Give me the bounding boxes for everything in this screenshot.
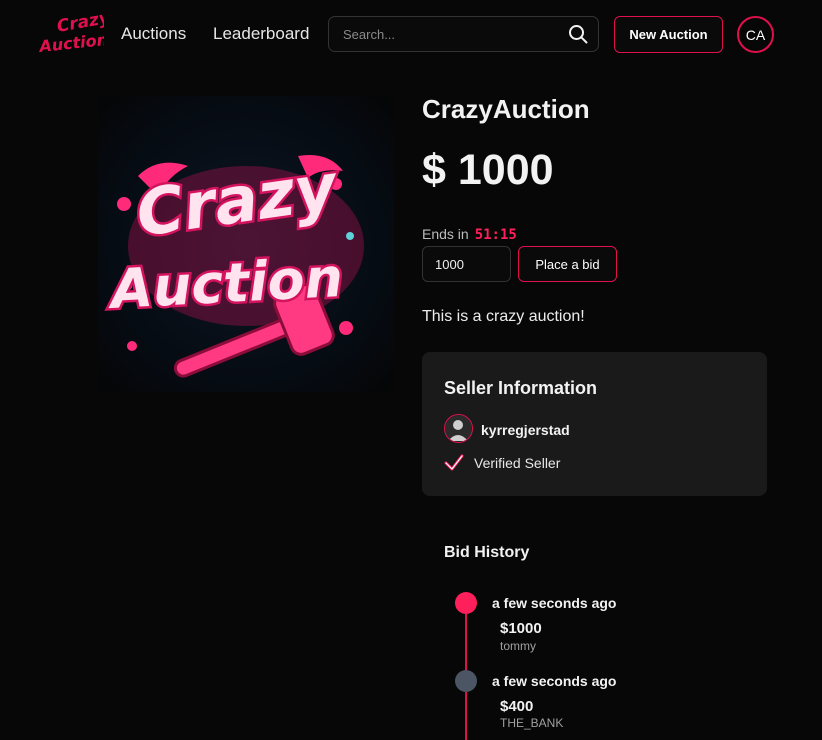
search-bar bbox=[328, 16, 599, 52]
timeline-dot-active bbox=[455, 592, 477, 614]
bid-time: a few seconds ago bbox=[492, 595, 617, 611]
auction-description: This is a crazy auction! bbox=[422, 308, 585, 325]
bid-username: tommy bbox=[500, 639, 536, 653]
ends-in: Ends in 51:15 bbox=[422, 226, 517, 243]
nav-leaderboard[interactable]: Leaderboard bbox=[213, 24, 309, 44]
auction-image-art: Crazy Auction bbox=[103, 148, 364, 378]
bid-username: THE_BANK bbox=[500, 716, 564, 730]
nav-auctions[interactable]: Auctions bbox=[121, 24, 186, 44]
svg-text:Auction: Auction bbox=[38, 30, 104, 56]
search-icon[interactable] bbox=[568, 24, 588, 44]
bid-history-title: Bid History bbox=[444, 544, 530, 561]
timeline-dot bbox=[455, 670, 477, 692]
seller-heading: Seller Information bbox=[444, 378, 598, 398]
seller-avatar[interactable] bbox=[444, 414, 473, 443]
new-auction-button[interactable]: New Auction bbox=[614, 16, 723, 53]
checkmark-icon bbox=[444, 454, 464, 471]
ends-in-label: Ends in bbox=[422, 226, 469, 242]
auction-title: CrazyAuction bbox=[422, 94, 590, 124]
svg-text:Auction: Auction bbox=[105, 246, 344, 321]
verified-seller-label: Verified Seller bbox=[474, 455, 561, 471]
bid-amount-input[interactable] bbox=[422, 246, 511, 282]
search-input[interactable] bbox=[329, 17, 559, 51]
bid-amount: $1000 bbox=[500, 620, 542, 637]
place-bid-button[interactable]: Place a bid bbox=[518, 246, 617, 282]
seller-username[interactable]: kyrregjerstad bbox=[481, 422, 570, 438]
countdown-timer: 51:15 bbox=[474, 227, 517, 243]
person-icon bbox=[445, 415, 471, 441]
current-price: $ 1000 bbox=[422, 146, 554, 194]
auction-image: Crazy Auction bbox=[98, 96, 394, 392]
crazy-auction-logo[interactable]: Crazy Auction bbox=[38, 12, 104, 58]
bid-time: a few seconds ago bbox=[492, 673, 617, 689]
user-avatar[interactable]: CA bbox=[737, 16, 774, 53]
bid-amount: $400 bbox=[500, 698, 534, 715]
seller-information-card: Seller Information kyrregjerstad Verifie… bbox=[422, 352, 767, 496]
